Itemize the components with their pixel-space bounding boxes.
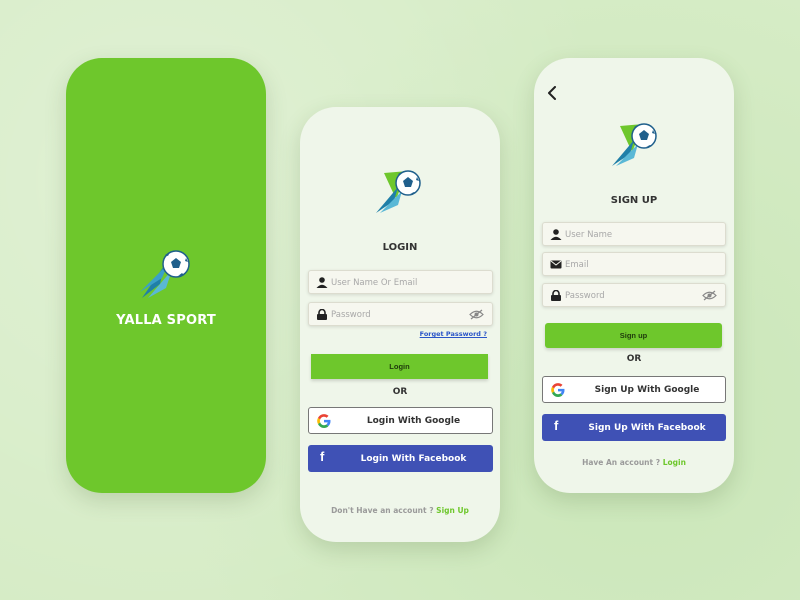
password-input[interactable]: [331, 306, 461, 323]
login-prompt-text: Have An account ?: [582, 458, 661, 467]
signup-email-input[interactable]: [565, 256, 695, 273]
user-icon: [550, 229, 562, 240]
splash-screen: YALLA SPORT: [66, 58, 266, 493]
google-icon: [551, 383, 565, 397]
facebook-icon: f: [320, 449, 325, 464]
login-button[interactable]: Login: [311, 354, 488, 379]
signup-prompt-text: Don't Have an account ?: [331, 506, 434, 515]
facebook-login-button[interactable]: f Login With Facebook: [308, 445, 493, 472]
google-signup-label: Sign Up With Google: [594, 384, 700, 395]
signup-username-input[interactable]: [565, 226, 695, 243]
soccer-ball-logo: [612, 123, 657, 166]
page-title: LOGIN: [382, 242, 418, 253]
signup-password-field[interactable]: [542, 283, 726, 307]
signup-username-field[interactable]: [542, 222, 726, 246]
soccer-ball-logo: [140, 250, 190, 298]
login-screen: LOGIN Forget Password ? Login OR Login W…: [300, 107, 500, 542]
google-login-label: Login With Google: [366, 415, 461, 426]
forget-password-link[interactable]: Forget Password ?: [420, 330, 487, 338]
signup-password-input[interactable]: [565, 287, 695, 304]
lock-icon: [317, 309, 327, 320]
username-field[interactable]: [308, 270, 493, 294]
eye-off-icon[interactable]: [702, 290, 717, 301]
google-login-button[interactable]: Login With Google: [308, 407, 493, 434]
login-prompt: Have An account ? Login: [534, 458, 734, 467]
eye-off-icon[interactable]: [469, 309, 484, 320]
or-divider: OR: [392, 387, 408, 397]
login-link[interactable]: Login: [663, 458, 686, 467]
app-name: YALLA SPORT: [116, 313, 216, 328]
facebook-login-label: Login With Facebook: [360, 453, 467, 464]
signup-link[interactable]: Sign Up: [436, 506, 469, 515]
mail-icon: [550, 260, 562, 269]
soccer-ball-logo: [376, 170, 421, 213]
username-input[interactable]: [331, 274, 461, 291]
google-signup-button[interactable]: Sign Up With Google: [542, 376, 726, 403]
signup-screen: SIGN UP Sign up OR: [534, 58, 734, 493]
facebook-icon: f: [554, 418, 559, 433]
user-icon: [316, 277, 328, 288]
signup-button[interactable]: Sign up: [545, 323, 722, 348]
facebook-signup-button[interactable]: f Sign Up With Facebook: [542, 414, 726, 441]
facebook-signup-label: Sign Up With Facebook: [588, 422, 706, 433]
chevron-left-icon[interactable]: [546, 86, 558, 100]
signup-prompt: Don't Have an account ? Sign Up: [300, 506, 500, 515]
signup-email-field[interactable]: [542, 252, 726, 276]
lock-icon: [551, 290, 561, 301]
google-icon: [317, 414, 331, 428]
password-field[interactable]: [308, 302, 493, 326]
page-title: SIGN UP: [610, 195, 658, 206]
or-divider: OR: [626, 354, 642, 364]
